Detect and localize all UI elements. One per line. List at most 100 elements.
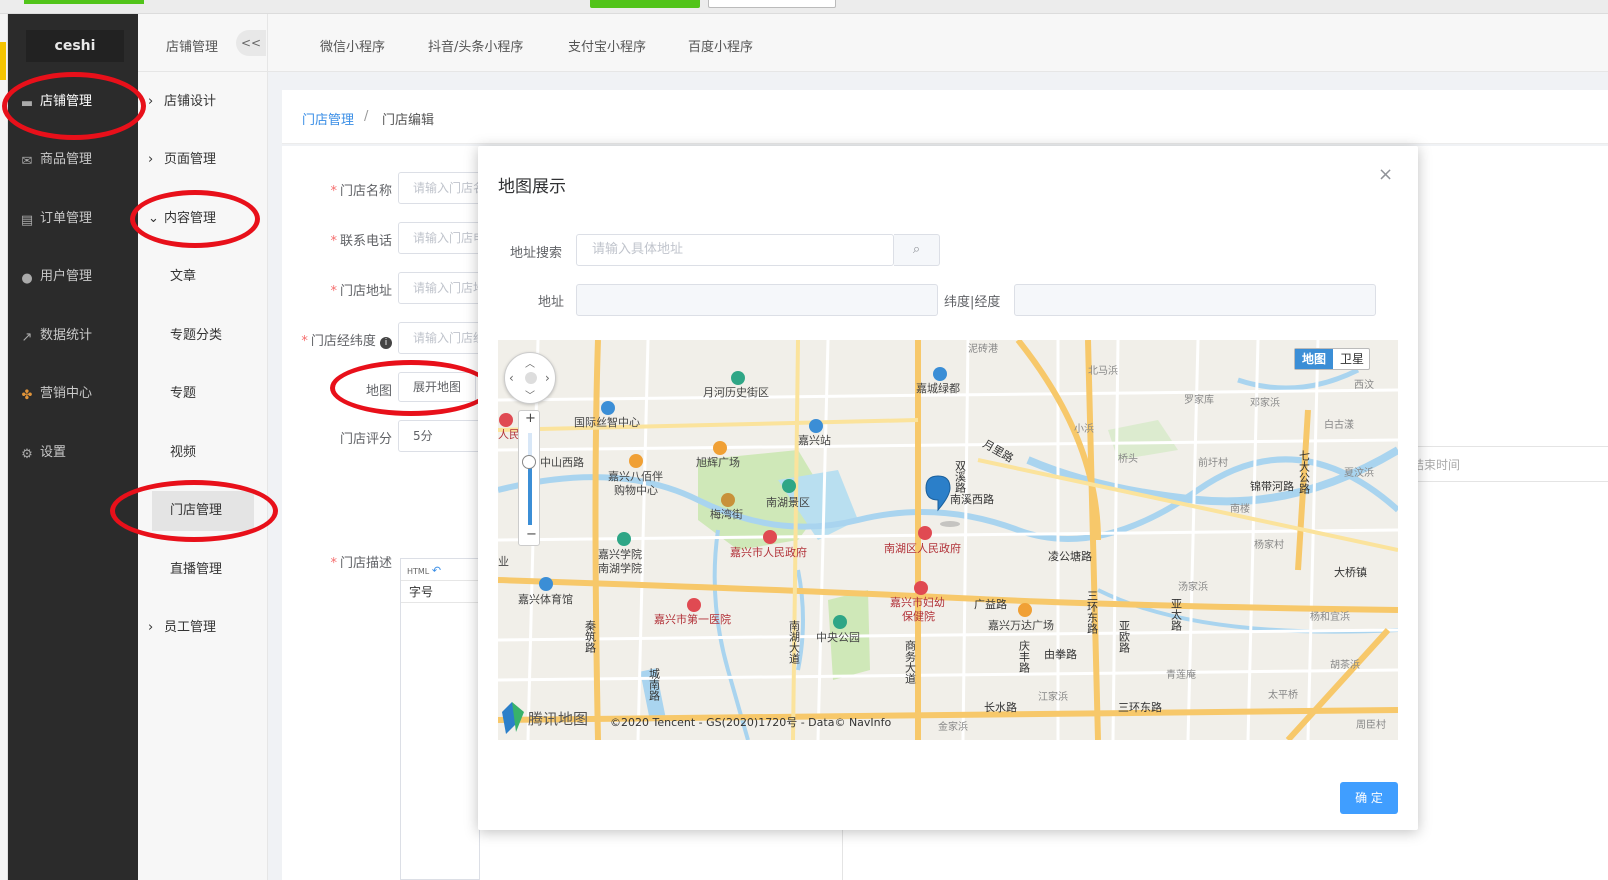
- map-label-qinchun: 秦筑路: [584, 619, 597, 654]
- toolbar-pill[interactable]: [708, 0, 836, 8]
- nav-stats[interactable]: ↗ 数据统计: [8, 316, 138, 356]
- html-icon[interactable]: HTML: [407, 567, 429, 576]
- order-icon: ▤: [20, 213, 34, 228]
- subnav-store-design[interactable]: › 店铺设计: [138, 82, 268, 122]
- breadcrumb-parent[interactable]: 门店管理: [302, 109, 354, 128]
- latlng-field[interactable]: [1014, 284, 1376, 316]
- map-label-silk: 国际丝智中心: [574, 415, 640, 429]
- tab-douyin[interactable]: 抖音/头条小程序: [428, 36, 523, 55]
- map-label-jiacheng: 嘉城绿都: [916, 381, 960, 395]
- map-label-guangyi: 广益路: [974, 597, 1007, 611]
- zoom-out-icon[interactable]: −: [526, 527, 537, 542]
- nav-orders[interactable]: ▤ 订单管理: [8, 199, 138, 239]
- pan-left-icon[interactable]: ‹: [509, 371, 514, 385]
- map-label-xuhui: 旭辉广场: [696, 455, 740, 469]
- map-label-yangjia: 杨家村: [1254, 538, 1284, 551]
- map-label-qiaotou: 桥头: [1118, 453, 1138, 465]
- zoom-in-icon[interactable]: +: [525, 411, 536, 426]
- nav-label: 商品管理: [40, 152, 93, 167]
- nav-label: 用户管理: [40, 269, 93, 284]
- map-label-beimabang: 北马浜: [1088, 365, 1118, 377]
- green-toolbar-button[interactable]: [590, 0, 700, 8]
- zoom-fill: [528, 463, 532, 525]
- map-label-taiping: 太平桥: [1268, 688, 1298, 701]
- map-label-hospital: 嘉兴市第一医院: [654, 612, 731, 626]
- map-label-college: 嘉兴学院: [598, 547, 642, 561]
- collapse-button[interactable]: <<: [236, 30, 266, 56]
- map-pan-control[interactable]: ︿ ‹ › ﹀: [504, 352, 556, 404]
- address-field[interactable]: [576, 284, 938, 316]
- map-label-shangwu: 商务大道: [904, 639, 917, 684]
- map-label-meiwan: 梅湾街: [710, 507, 743, 521]
- address-search-input[interactable]: 请输入具体地址: [576, 234, 894, 266]
- map-label-qianbang: 前圩村: [1198, 456, 1228, 469]
- subnav-label: 页面管理: [164, 152, 217, 167]
- font-size-select[interactable]: 字号: [401, 581, 479, 603]
- main-sidebar: ceshi ▬ 店铺管理 ✉ 商品管理 ▤ 订单管理 ● 用户管理 ↗ 数据统计 ✤ 营销中…: [8, 14, 138, 880]
- map-label-nanhu-gov: 南湖区人民政府: [884, 541, 961, 555]
- map-label-shuangxi: 双溪路: [954, 460, 967, 494]
- subnav-topic-category[interactable]: 专题分类: [138, 316, 268, 356]
- nav-marketing[interactable]: ✤ 营销中心: [8, 374, 138, 414]
- map-type-satellite[interactable]: 卫星: [1333, 349, 1371, 369]
- rich-text-editor[interactable]: HTML ↶ 字号: [400, 558, 480, 880]
- undo-icon[interactable]: ↶: [432, 564, 441, 577]
- map-type-toggle: 地图 卫星: [1294, 348, 1370, 370]
- map-label-babaiban: 嘉兴八佰伴: [608, 469, 663, 483]
- map-label-nanlou: 南楼: [1230, 502, 1250, 515]
- pan-right-icon[interactable]: ›: [545, 371, 550, 385]
- map-label-qingfeng: 庆丰路: [1018, 639, 1031, 674]
- pan-down-icon[interactable]: ﹀: [525, 387, 535, 402]
- nav-settings[interactable]: ⚙ 设置: [8, 433, 138, 473]
- map-label-youjia: 由拳路: [1044, 647, 1077, 661]
- subnav-live-manage[interactable]: 直播管理: [138, 550, 268, 590]
- map-label-zhongshan: 中山西路: [540, 456, 584, 469]
- editor-toolbar: HTML ↶: [401, 559, 479, 581]
- map-type-map[interactable]: 地图: [1295, 349, 1333, 369]
- chart-icon: ↗: [21, 330, 33, 345]
- confirm-button[interactable]: 确 定: [1340, 782, 1398, 814]
- left-edge: [0, 14, 8, 880]
- subnav-article[interactable]: 文章: [138, 257, 268, 297]
- tab-alipay[interactable]: 支付宝小程序: [568, 36, 646, 55]
- pan-up-icon[interactable]: ︿: [525, 355, 535, 370]
- map-label-taiyi: 小浜: [1074, 423, 1094, 435]
- subnav-video[interactable]: 视频: [138, 433, 268, 473]
- map-label-nanxi: 南溪西路: [950, 493, 994, 506]
- tab-wechat[interactable]: 微信小程序: [320, 36, 385, 55]
- tab-baidu[interactable]: 百度小程序: [688, 36, 753, 55]
- sub-sidebar-header: 店铺管理 <<: [138, 14, 268, 72]
- sub-sidebar-title: 店铺管理: [166, 40, 219, 55]
- nav-users[interactable]: ● 用户管理: [8, 257, 138, 297]
- map-label-yatai: 亚太路: [1170, 598, 1183, 632]
- map-label-maternity2: 保健院: [902, 609, 935, 623]
- name-label: * 门店名称: [330, 184, 392, 199]
- zoom-handle[interactable]: [522, 455, 536, 469]
- platform-tabs: 微信小程序 抖音/头条小程序 支付宝小程序 百度小程序: [268, 14, 1608, 72]
- annotation-ring-store: [2, 72, 146, 140]
- map-label-nanhu-blvd: 南湖大道: [788, 620, 801, 664]
- subnav-staff-manage[interactable]: › 员工管理: [138, 608, 268, 648]
- annotation-ring-content: [130, 190, 260, 248]
- search-button[interactable]: ⌕: [894, 234, 940, 266]
- address-label: 地址: [538, 295, 565, 310]
- map-label-yangheyi: 杨和宜浜: [1310, 610, 1350, 623]
- info-icon: i: [380, 337, 392, 349]
- close-icon[interactable]: ×: [1378, 164, 1393, 185]
- map-canvas[interactable]: 月河历史街区 国际丝智中心 嘉兴站 嘉城绿都 中山西路 嘉兴八佰伴 购物中心 旭…: [498, 340, 1398, 740]
- map-zoom-control[interactable]: + −: [518, 410, 540, 546]
- nav-goods[interactable]: ✉ 商品管理: [8, 140, 138, 180]
- pan-center-icon[interactable]: [525, 372, 537, 384]
- phone-label: * 联系电话: [330, 234, 392, 249]
- map-label-yuehe: 月河历史街区: [703, 385, 769, 399]
- brand-logo: ceshi: [26, 30, 124, 62]
- map-label-yaou: 亚欧路: [1118, 620, 1131, 654]
- annotation-ring-store-manage: [110, 480, 278, 542]
- subnav-topic[interactable]: 专题: [138, 374, 268, 414]
- subnav-page-manage[interactable]: › 页面管理: [138, 140, 268, 180]
- map-svg: 月河历史街区 国际丝智中心 嘉兴站 嘉城绿都 中山西路 嘉兴八佰伴 购物中心 旭…: [498, 340, 1398, 740]
- subnav-label: 店铺设计: [164, 94, 217, 109]
- map-label-chengnan: 城南路: [648, 668, 661, 702]
- breadcrumb: 门店管理 / 门店编辑: [282, 90, 1608, 144]
- map-copyright: ©2020 Tencent - GS(2020)1720号 - Data© Na…: [610, 716, 892, 729]
